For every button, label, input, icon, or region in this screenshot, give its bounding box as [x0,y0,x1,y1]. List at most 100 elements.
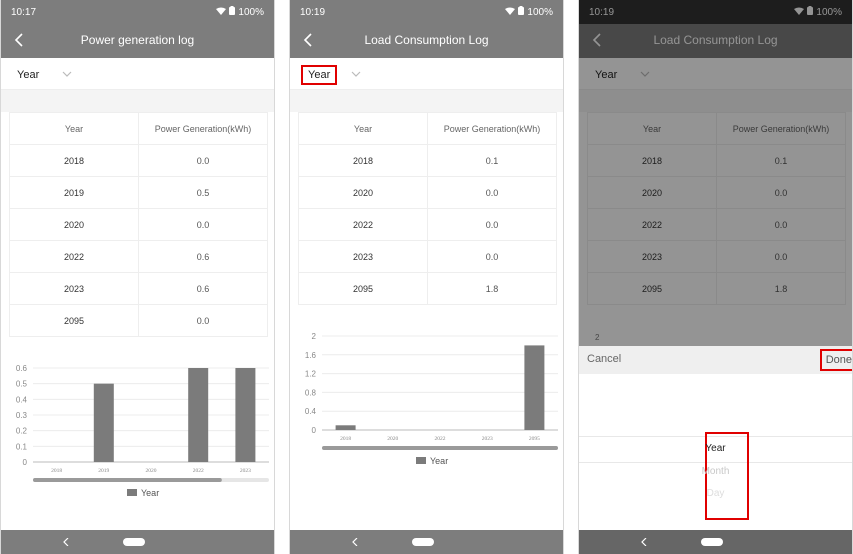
x-tick-label: 2023 [482,436,493,442]
done-button[interactable]: Done [819,349,852,371]
table-header-row: Year Power Generation(kWh) [298,112,557,145]
page-title: Power generation log [80,33,195,47]
x-tick-label: 2018 [51,468,62,474]
x-tick-label: 2022 [435,436,446,442]
bar-chart-container: 0 0.1 0.2 0.3 0.4 0.5 0.6 2018 2019 2020 2022 2023 Y… [1,360,274,506]
period-select[interactable]: Year [301,65,338,85]
battery-icon [518,6,525,18]
cell-year: 2022 [9,240,139,273]
cell-year: 2019 [9,176,139,209]
cell-year: 2095 [298,272,428,305]
column-header-year: Year [9,112,139,145]
cell-year: 2023 [298,240,428,273]
x-tick-label: 2018 [340,436,351,442]
status-bar: 10:17 100% [1,0,274,24]
bar [335,425,356,430]
x-tick-label: 2022 [193,468,204,474]
picker-option-month[interactable]: Month [579,466,852,477]
cell-year: 2018 [298,144,428,177]
table-row: 2018 0.1 [298,144,557,177]
picker-toolbar: Cancel Done [579,346,852,374]
bar-chart: 0 0.1 0.2 0.3 0.4 0.5 0.6 2018 2019 2020 2022 2023 Y… [16,364,269,498]
y-tick-label: 0.4 [305,407,317,416]
system-nav-bar [290,530,563,554]
table-row: 2020 0.0 [9,208,268,241]
wifi-icon [216,7,227,18]
chart-scrollbar-thumb [33,478,222,482]
cell-year: 2018 [9,144,139,177]
table-row: 2095 1.8 [298,272,557,305]
y-tick-label: 0.2 [16,427,28,436]
column-header-generation: Power Generation(kWh) [138,112,268,145]
bar [188,368,209,462]
nav-back-icon[interactable] [59,535,73,549]
table-row: 2022 0.6 [9,240,268,273]
table-row: 2018 0.0 [9,144,268,177]
picker-option-day[interactable]: Day [579,488,852,499]
chevron-down-icon[interactable] [59,67,75,81]
cell-value: 0.6 [138,240,268,273]
cell-year: 2023 [9,272,139,305]
battery-level: 100% [238,6,264,18]
cell-value: 0.5 [138,176,268,209]
y-tick-label: 0.4 [16,395,28,404]
phone-screen-power-generation: 10:17 100% Power generation log Year Yea… [0,0,275,554]
table-row: 2020 0.0 [298,176,557,209]
bar-chart-container: 0 0.4 0.8 1.2 1.6 2 2018 2020 2022 2023 2095 Year [290,328,563,474]
y-tick-label: 0.5 [16,380,28,389]
nav-back-icon[interactable] [348,535,362,549]
cell-value: 1.8 [427,272,557,305]
y-tick-label: 2 [312,332,317,341]
status-bar: 10:19 100% [290,0,563,24]
cell-value: 0.0 [427,208,557,241]
chart-scrollbar-thumb [322,446,558,450]
x-tick-label: 2020 [387,436,398,442]
home-pill-icon[interactable] [412,538,434,546]
status-time: 10:17 [11,6,37,18]
home-pill-icon[interactable] [123,538,145,546]
cell-value: 0.0 [427,240,557,273]
bar [235,368,256,462]
y-tick-label: 1.6 [305,351,317,360]
app-bar: Power generation log [1,24,274,58]
cell-year: 2020 [298,176,428,209]
cell-value: 0.0 [138,144,268,177]
x-tick-label: 2023 [240,468,251,474]
section-gap [290,90,563,112]
table-row: 2022 0.0 [298,208,557,241]
table-header-row: Year Power Generation(kWh) [9,112,268,145]
cancel-button[interactable]: Cancel [587,353,621,365]
table-row: 2023 0.6 [9,272,268,305]
x-tick-label: 2095 [529,436,540,442]
home-pill-icon[interactable] [701,538,723,546]
legend-label: Year [430,456,448,466]
x-tick-label: 2019 [98,468,109,474]
system-nav-bar [1,530,274,554]
y-tick-label: 0.8 [305,388,317,397]
battery-level: 100% [527,6,553,18]
phone-screen-load-consumption: 10:19 100% Load Consumption Log Year Yea… [289,0,564,554]
page-title: Load Consumption Log [364,33,489,47]
legend-swatch [416,457,426,464]
period-select[interactable]: Year [12,65,44,85]
nav-back-icon[interactable] [637,535,651,549]
cell-value: 0.0 [138,208,268,241]
bar-chart: 0 0.4 0.8 1.2 1.6 2 2018 2020 2022 2023 2095 Year [305,332,558,466]
cell-value: 0.0 [427,176,557,209]
log-table: Year Power Generation(kWh) 2018 0.1 2020 0… [298,112,557,305]
table-row: 2095 0.0 [9,304,268,337]
y-tick-label: 0.1 [16,442,28,451]
cell-year: 2095 [9,304,139,337]
picker-option-year[interactable]: Year [579,443,852,454]
period-picker-sheet: Cancel Done Year Month Day [579,346,852,530]
system-nav-bar [579,530,852,554]
cell-year: 2020 [9,208,139,241]
chevron-down-icon[interactable] [348,67,364,81]
y-tick-label: 0 [312,426,317,435]
section-gap [1,90,274,112]
period-filter: Year [1,58,274,90]
bar [524,345,545,430]
y-tick-label: 0.6 [16,364,28,373]
legend-label: Year [141,488,159,498]
table-row: 2023 0.0 [298,240,557,273]
